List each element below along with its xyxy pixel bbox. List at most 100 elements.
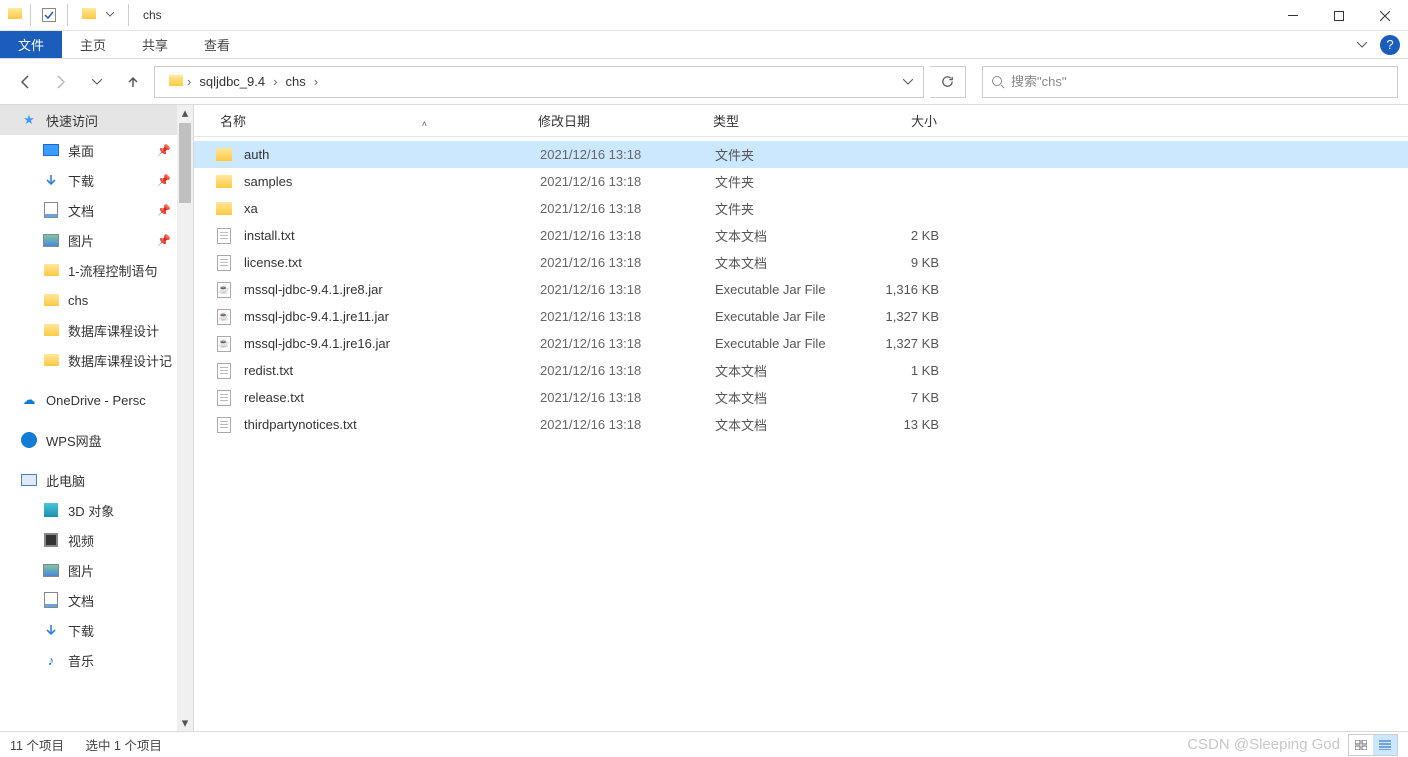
text-file-icon [214,417,234,433]
search-box[interactable] [982,66,1398,98]
tree-item-desktop[interactable]: 桌面📌 [0,135,193,165]
file-row[interactable]: thirdpartynotices.txt2021/12/16 13:18文本文… [194,411,1408,438]
file-date: 2021/12/16 13:18 [534,363,709,378]
chevron-right-icon: › [185,74,193,89]
file-row[interactable]: samples2021/12/16 13:18文件夹 [194,168,1408,195]
tree-item-docs2[interactable]: 文档 [0,585,193,615]
tree-item-db1[interactable]: 数据库课程设计 [0,315,193,345]
tree-item-db2[interactable]: 数据库课程设计记 [0,345,193,375]
qat-checkbox[interactable] [37,3,61,27]
scroll-up-icon[interactable]: ▴ [177,105,193,121]
view-mode-toggle [1348,734,1398,756]
tree-scrollbar[interactable]: ▴ ▾ [177,105,193,731]
nav-forward-button[interactable] [46,67,76,97]
text-file-icon [214,228,234,244]
navigation-row: › sqljdbc_9.4 › chs › [0,59,1408,104]
navigation-pane: ★快速访问桌面📌下载📌文档📌图片📌1-流程控制语句chs数据库课程设计数据库课程… [0,105,194,731]
pin-icon: 📌 [157,174,171,187]
pin-icon: 📌 [157,234,171,247]
column-name-label: 名称 [220,114,246,129]
file-date: 2021/12/16 13:18 [534,174,709,189]
column-header-size[interactable]: 大小 [859,111,949,130]
file-type: 文本文档 [709,253,861,272]
ribbon-tab-home[interactable]: 主页 [62,31,124,58]
file-name: mssql-jdbc-9.4.1.jre16.jar [244,336,534,351]
address-bar[interactable]: › sqljdbc_9.4 › chs › [154,66,924,98]
tree-onedrive[interactable]: ☁OneDrive - Persc [0,385,193,415]
file-row[interactable]: mssql-jdbc-9.4.1.jre8.jar2021/12/16 13:1… [194,276,1408,303]
file-name: license.txt [244,255,534,270]
app-folder-icon [8,8,24,22]
close-button[interactable] [1362,0,1408,31]
scroll-thumb[interactable] [179,123,191,203]
file-size: 9 KB [861,255,951,270]
tree-item-downloads[interactable]: 下载📌 [0,165,193,195]
tree-item-chs[interactable]: chs [0,285,193,315]
file-name: samples [244,174,534,189]
details-view-button[interactable] [1373,735,1397,755]
tree-quick-access[interactable]: ★快速访问 [0,105,193,135]
tree-item-3d[interactable]: 3D 对象 [0,495,193,525]
file-row[interactable]: mssql-jdbc-9.4.1.jre11.jar2021/12/16 13:… [194,303,1408,330]
nav-up-button[interactable] [118,67,148,97]
window-title: chs [143,8,162,22]
text-file-icon [214,363,234,379]
tiles-view-button[interactable] [1349,735,1373,755]
file-name: xa [244,201,534,216]
file-name: mssql-jdbc-9.4.1.jre8.jar [244,282,534,297]
tree-item-down2[interactable]: 下载 [0,615,193,645]
tree-item-music[interactable]: ♪音乐 [0,645,193,675]
address-dropdown-button[interactable] [893,67,923,97]
tree-item-docs[interactable]: 文档📌 [0,195,193,225]
search-input[interactable] [1011,74,1397,89]
sort-ascending-icon: ˄ [422,119,427,129]
ribbon-tab-share[interactable]: 共享 [124,31,186,58]
jar-file-icon [214,336,234,352]
file-type: 文本文档 [709,415,861,434]
breadcrumb-item[interactable]: chs [279,67,311,97]
status-selection: 选中 1 个项目 [85,739,161,753]
scroll-down-icon[interactable]: ▾ [177,715,193,731]
ribbon-tabs: 文件 主页 共享 查看 ? [0,31,1408,59]
breadcrumb-item[interactable]: sqljdbc_9.4 [193,67,271,97]
file-type: 文本文档 [709,361,861,380]
file-date: 2021/12/16 13:18 [534,309,709,324]
file-type: 文本文档 [709,388,861,407]
file-row[interactable]: mssql-jdbc-9.4.1.jre16.jar2021/12/16 13:… [194,330,1408,357]
ribbon-tab-view[interactable]: 查看 [186,31,248,58]
file-row[interactable]: license.txt2021/12/16 13:18文本文档9 KB [194,249,1408,276]
tree-item-flow[interactable]: 1-流程控制语句 [0,255,193,285]
file-row[interactable]: xa2021/12/16 13:18文件夹 [194,195,1408,222]
column-header-date[interactable]: 修改日期 [532,111,707,130]
tree-wps[interactable]: WPS网盘 [0,425,193,455]
minimize-button[interactable] [1270,0,1316,31]
column-headers: 名称 ˄ 修改日期 类型 大小 [194,105,1408,137]
tree-item-pics2[interactable]: 图片 [0,555,193,585]
qat-folder-icon [82,8,98,22]
file-row[interactable]: release.txt2021/12/16 13:18文本文档7 KB [194,384,1408,411]
file-name: release.txt [244,390,534,405]
nav-back-button[interactable] [10,67,40,97]
qat-dropdown[interactable] [98,3,122,27]
file-row[interactable]: redist.txt2021/12/16 13:18文本文档1 KB [194,357,1408,384]
file-name: thirdpartynotices.txt [244,417,534,432]
file-date: 2021/12/16 13:18 [534,390,709,405]
file-tab[interactable]: 文件 [0,31,62,58]
nav-recent-button[interactable] [82,67,112,97]
tree-item-pics[interactable]: 图片📌 [0,225,193,255]
title-bar: chs [0,0,1408,31]
file-size: 1,327 KB [861,309,951,324]
refresh-button[interactable] [930,66,966,98]
chevron-right-icon: › [312,74,320,89]
file-row[interactable]: install.txt2021/12/16 13:18文本文档2 KB [194,222,1408,249]
file-type: 文件夹 [709,172,861,191]
maximize-button[interactable] [1316,0,1362,31]
jar-file-icon [214,282,234,298]
tree-item-video[interactable]: 视频 [0,525,193,555]
column-header-type[interactable]: 类型 [707,111,859,130]
column-header-name[interactable]: 名称 ˄ [214,111,532,130]
help-button[interactable]: ? [1380,35,1400,55]
file-row[interactable]: auth2021/12/16 13:18文件夹 [194,141,1408,168]
ribbon-collapse-button[interactable] [1350,33,1374,57]
tree-this-pc[interactable]: 此电脑 [0,465,193,495]
